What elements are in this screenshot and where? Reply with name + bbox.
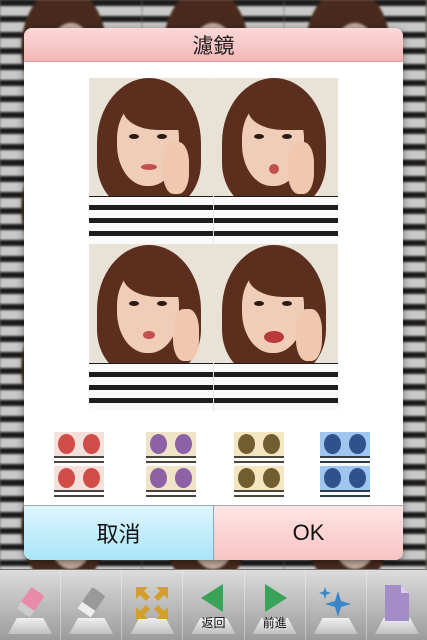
filter-strip: [24, 432, 403, 504]
pencil-eraser-icon: [10, 583, 50, 627]
photo-panel: [214, 78, 338, 244]
ok-button[interactable]: OK: [214, 506, 403, 560]
photo-panel: [214, 245, 338, 411]
eraser-icon: [71, 583, 111, 627]
tool-back[interactable]: 返回: [183, 570, 245, 640]
tool-back-label: 返回: [201, 615, 226, 630]
filter-option-blue[interactable]: [320, 432, 370, 500]
filter-option-red[interactable]: [54, 432, 104, 500]
sparkle-icon: [316, 583, 356, 627]
tool-new-page[interactable]: [367, 570, 427, 640]
tool-pencil-eraser[interactable]: [0, 570, 62, 640]
tool-effects[interactable]: [306, 570, 367, 640]
bottom-toolbar: 返回 前進: [0, 569, 427, 640]
tool-resize[interactable]: [122, 570, 184, 640]
tool-forward-label: 前進: [262, 615, 287, 630]
filter-dialog: 濾鏡 取消 OK: [24, 28, 403, 560]
tool-eraser[interactable]: [61, 570, 123, 640]
tool-forward[interactable]: 前進: [245, 570, 306, 640]
photo-preview: [89, 78, 338, 411]
photo-panel: [89, 78, 213, 244]
photo-panel: [89, 245, 213, 411]
expand-arrows-icon: [132, 583, 172, 627]
filter-option-sepia[interactable]: [234, 432, 284, 500]
document-icon: [379, 583, 415, 627]
dialog-buttons: 取消 OK: [24, 505, 403, 560]
filter-option-purple[interactable]: [146, 432, 196, 500]
dialog-title: 濾鏡: [24, 28, 403, 62]
cancel-button[interactable]: 取消: [24, 506, 214, 560]
